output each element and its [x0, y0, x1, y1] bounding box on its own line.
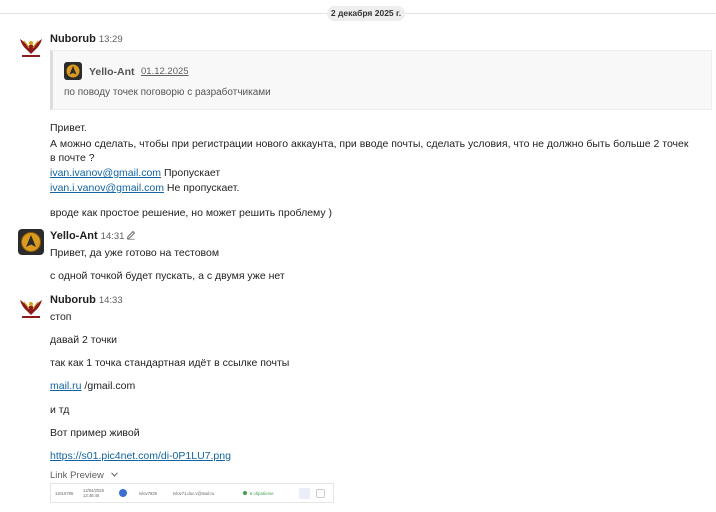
message-line: вроде как простое решение, но может реши…	[50, 207, 333, 219]
quoted-message[interactable]: Yello-Ant 01.12.2025 по поводу точек пог…	[50, 50, 712, 110]
message-line: стоп	[50, 311, 72, 323]
preview-status-dot	[243, 491, 247, 495]
message-line: mail.ru /gmail.com	[50, 380, 135, 392]
message-time[interactable]: 13:29	[99, 34, 123, 45]
avatar-yello-ant[interactable]	[18, 229, 44, 255]
message-line: с одной точкой будет пускать, а с двумя …	[50, 270, 285, 282]
ant-logo-icon	[64, 62, 82, 80]
preview-cell: 12/04/2025 13:48:46	[83, 488, 104, 498]
preview-user-icon	[119, 489, 127, 497]
message-line: А можно сделать, чтобы при регистрации н…	[50, 138, 689, 150]
avatar-nuborub[interactable]	[18, 33, 44, 59]
quote-date-link[interactable]: 01.12.2025	[141, 66, 189, 77]
chevron-down-icon	[110, 469, 118, 480]
message-author[interactable]: Yello-Ant 14:31	[50, 230, 136, 243]
message-author[interactable]: Nuborub 14:33	[50, 294, 123, 306]
pencil-icon	[126, 230, 136, 243]
link-preview-image[interactable]: 11816785 12/04/2025 13:48:46 Ivlov7839 I…	[50, 483, 334, 503]
eagle-logo-icon	[18, 33, 44, 59]
message-time[interactable]: 14:33	[99, 295, 123, 306]
quote-avatar	[64, 62, 82, 80]
message-time[interactable]: 14:31	[101, 231, 125, 242]
chat-view: 2 декабря 2025 г. Nuborub 13:29 Yello-Ant…	[0, 0, 716, 512]
preview-cell: в обработке	[250, 491, 274, 496]
link-preview-label: Link Preview	[50, 470, 104, 481]
web-link[interactable]: mail.ru	[50, 380, 82, 392]
message-line: давай 2 точки	[50, 334, 118, 346]
eagle-logo-icon	[18, 294, 44, 320]
preview-cell: 11816785	[55, 491, 74, 496]
ant-logo-icon	[18, 229, 44, 255]
message-line: Вот пример живой	[50, 427, 140, 439]
date-separator: 2 декабря 2025 г.	[0, 6, 716, 21]
message-line: ivan.ivanov@gmail.com Пропускает	[50, 167, 220, 179]
author-name[interactable]: Nuborub	[50, 33, 96, 45]
message-line: https://s01.pic4net.com/di-0P1LU7.png	[50, 450, 231, 462]
preview-chevron-icon	[316, 489, 325, 498]
avatar-nuborub[interactable]	[18, 294, 44, 320]
link-suffix: Пропускает	[161, 167, 221, 179]
message-line: так как 1 точка стандартная идёт в ссылк…	[50, 357, 290, 369]
preview-cell: Ivlov71.duc.v@mail.ru	[173, 491, 215, 496]
link-suffix: /gmail.com	[81, 380, 136, 392]
message-line: и тд	[50, 404, 70, 416]
link-preview-toggle[interactable]: Link Preview	[50, 469, 118, 481]
quote-text: по поводу точек поговорю с разработчикам…	[64, 87, 271, 98]
email-link[interactable]: ivan.ivanov@gmail.com	[50, 167, 161, 179]
email-link[interactable]: ivan.i.vanov@gmail.com	[50, 182, 164, 194]
date-pill[interactable]: 2 декабря 2025 г.	[327, 6, 405, 21]
message-line: Привет, да уже готово на тестовом	[50, 247, 220, 259]
preview-edit-icon	[299, 488, 310, 499]
message-line: в почте ?	[50, 152, 95, 164]
message-line: ivan.i.vanov@gmail.com Не пропускает.	[50, 182, 239, 194]
message-line: Привет.	[50, 122, 87, 134]
preview-cell: Ivlov7839	[139, 491, 157, 496]
author-name[interactable]: Nuborub	[50, 294, 96, 306]
message-author[interactable]: Nuborub 13:29	[50, 33, 123, 45]
image-url-link[interactable]: https://s01.pic4net.com/di-0P1LU7.png	[50, 450, 231, 462]
author-name[interactable]: Yello-Ant	[50, 230, 98, 242]
link-suffix: Не пропускает.	[163, 182, 240, 194]
quote-author: Yello-Ant	[89, 66, 135, 78]
